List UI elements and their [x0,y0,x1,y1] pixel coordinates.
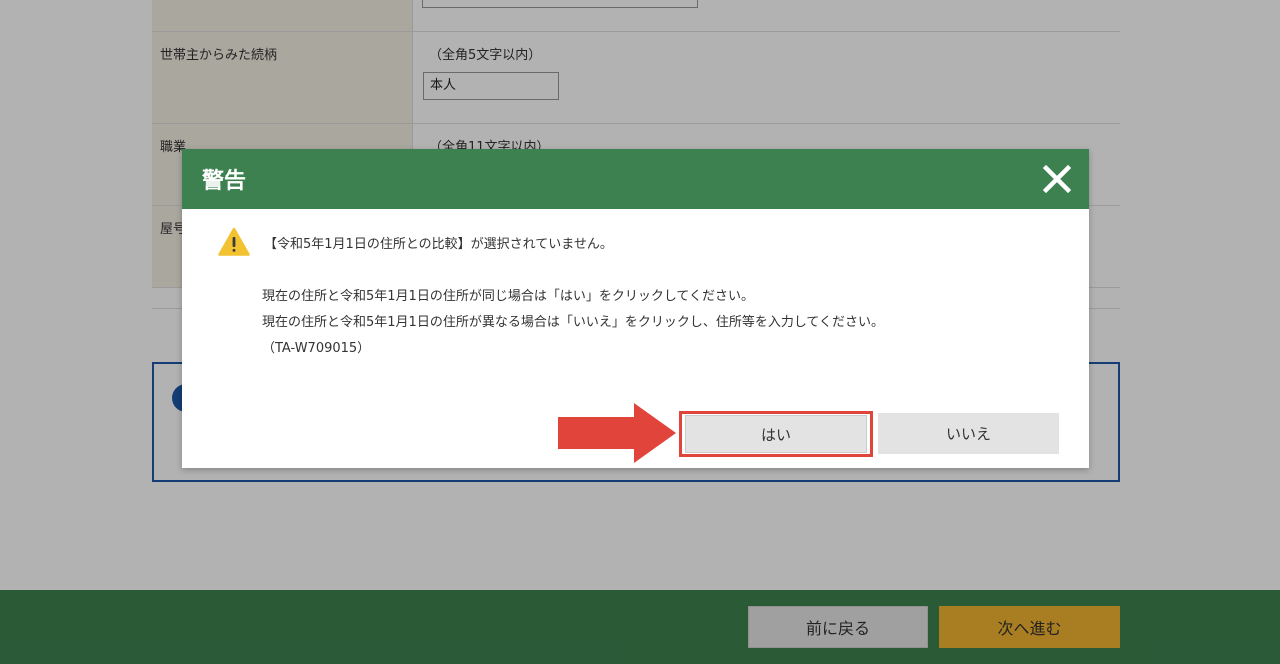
instruction-different-address: 現在の住所と令和5年1月1日の住所が異なる場合は「いいえ」をクリックし、住所等を… [262,315,885,330]
yes-button[interactable]: はい [685,415,867,453]
arrow-right-icon [558,403,676,463]
dialog-title: 警告 [202,169,247,194]
warning-message: 【令和5年1月1日の住所との比較】が選択されていません。 [264,237,613,252]
warning-triangle-icon [218,227,250,257]
page: 世帯主からみた続柄 （全角5文字以内） 本人 職業 （全角11文字以内） 屋号 [0,0,1280,664]
dialog-header: 警告 [182,149,1089,209]
error-code: （TA-W709015） [262,341,371,356]
close-icon[interactable] [1041,163,1073,195]
no-button[interactable]: いいえ [878,413,1059,454]
instruction-same-address: 現在の住所と令和5年1月1日の住所が同じ場合は「はい」をクリックしてください。 [262,289,755,304]
warning-dialog: 警告 【令和5年1月1日の住所との比較】が選択されていません。 現在の住所と令和… [182,149,1089,468]
